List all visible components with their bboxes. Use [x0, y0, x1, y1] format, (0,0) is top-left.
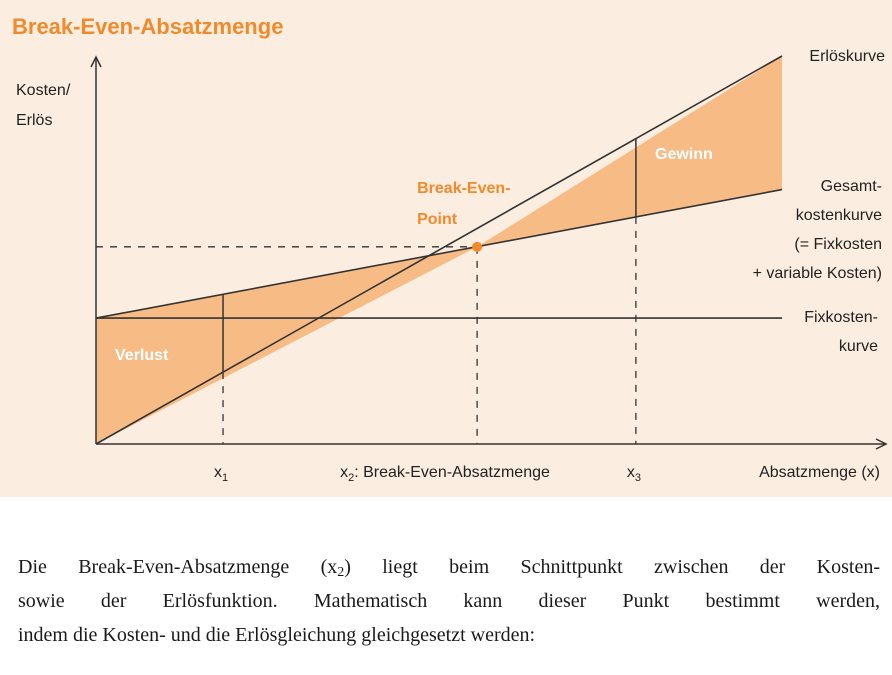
paragraph-line-1: Die Break-Even-Absatzmenge (x2) liegt be… [18, 556, 880, 580]
profit-region-label: Gewinn [655, 146, 713, 163]
chart-plot: Break-Even- Point Verlust Gewinn Erlöskurve G… [90, 48, 888, 484]
paragraph-line-2: sowie der Erlösfunktion. Mathematisch ka… [18, 590, 880, 612]
loss-region-label: Verlust [115, 347, 169, 364]
loss-region [96, 246, 478, 444]
total-cost-curve-label-line-2: kostenkurve [796, 207, 882, 224]
total-cost-curve-label-line-3: (= Fixkosten [794, 236, 882, 253]
chart-figure: Break-Even-Absatzmenge Kosten/ Erlös Bre… [0, 0, 892, 497]
x-tick-label-2: x2: Break-Even-Absatzmenge [340, 464, 550, 484]
paragraph-line-3: indem die Kosten- und die Erlösgleichung… [18, 624, 536, 646]
revenue-curve [95, 55, 783, 445]
x-axis-label: Absatzmenge (x) [759, 464, 880, 481]
total-cost-curve [95, 188, 783, 319]
fixed-cost-curve-label-line-2: kurve [839, 338, 878, 355]
total-cost-curve-label-line-1: Gesamt- [821, 178, 882, 195]
x-tick-label-3: x3 [627, 464, 641, 484]
break-even-point-marker [472, 241, 483, 252]
explanation-paragraph: Die Break-Even-Absatzmenge (x2) liegt be… [18, 550, 880, 652]
break-even-point-label-line-1: Break-Even- [417, 180, 510, 197]
total-cost-curve-label-line-4: + variable Kosten) [753, 265, 882, 282]
break-even-point-label-line-2: Point [417, 211, 458, 228]
fixed-cost-curve-label-line-1: Fixkosten- [804, 309, 878, 326]
x-tick-label-1: x1 [214, 464, 228, 484]
revenue-curve-label: Erlöskurve [809, 48, 885, 65]
